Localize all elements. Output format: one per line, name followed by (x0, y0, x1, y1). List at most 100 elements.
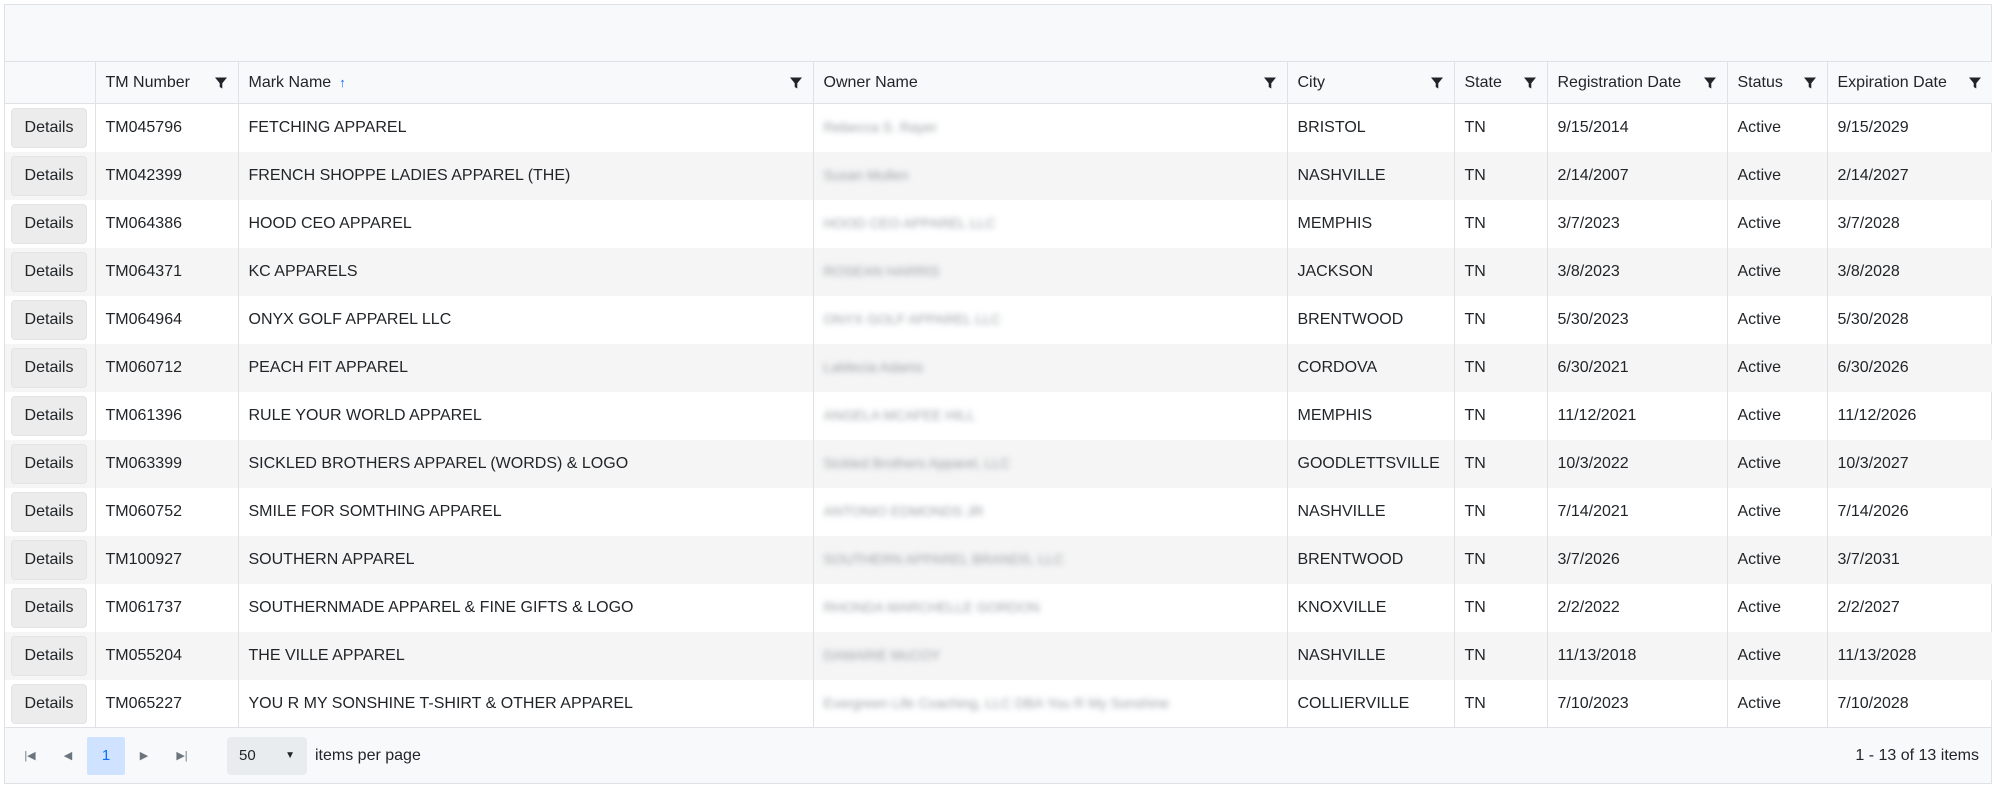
table-row: Details TM064386 HOOD CEO APPAREL HOOD CEO … (5, 200, 1992, 248)
expiration-date-text: 2/2/2027 (1837, 599, 1900, 616)
state-text: TN (1464, 551, 1486, 568)
column-header-label[interactable]: State (1465, 74, 1502, 92)
filter-icon[interactable] (1263, 76, 1277, 90)
tm-number-text: TM060752 (105, 503, 183, 520)
column-header-expiration-date[interactable]: Expiration Date (1827, 62, 1992, 104)
filter-icon[interactable] (214, 76, 228, 90)
mark-name-text: SOUTHERN APPAREL (248, 551, 415, 568)
column-header-mark-name[interactable]: Mark Name ↑ (238, 62, 814, 104)
first-page-icon[interactable]: |◀ (11, 737, 49, 775)
table-row: Details TM064371 KC APPARELS ROSEAN HARRIS J… (5, 248, 1992, 296)
expiration-date-cell: 6/30/2026 (1827, 344, 1992, 392)
state-cell: TN (1454, 488, 1548, 536)
details-button[interactable]: Details (11, 348, 87, 388)
details-button[interactable]: Details (11, 684, 87, 724)
filter-icon[interactable] (1968, 76, 1982, 90)
details-button[interactable]: Details (11, 204, 87, 244)
expiration-date-text: 5/30/2028 (1837, 311, 1909, 328)
column-header-owner-name[interactable]: Owner Name (813, 62, 1288, 104)
column-header-state[interactable]: State (1454, 62, 1548, 104)
command-cell: Details (5, 152, 96, 200)
previous-page-icon[interactable]: ◀ (49, 737, 87, 775)
command-cell: Details (5, 536, 96, 584)
column-header-city[interactable]: City (1287, 62, 1455, 104)
details-button[interactable]: Details (11, 300, 87, 340)
mark-name-cell: SICKLED BROTHERS APPAREL (WORDS) & LOGO (238, 440, 814, 488)
filter-icon[interactable] (1430, 76, 1444, 90)
details-button[interactable]: Details (11, 636, 87, 676)
details-button[interactable]: Details (11, 156, 87, 196)
city-cell: JACKSON (1287, 248, 1455, 296)
state-cell: TN (1454, 296, 1548, 344)
city-text: NASHVILLE (1297, 647, 1386, 664)
column-header-command (5, 62, 96, 104)
mark-name-cell: SOUTHERN APPAREL (238, 536, 814, 584)
expiration-date-cell: 11/12/2026 (1827, 392, 1992, 440)
table-row: Details TM061737 SOUTHERNMADE APPAREL & FI… (5, 584, 1992, 632)
owner-name-cell: SOUTHERN APPAREL BRANDS, LLC (813, 536, 1288, 584)
registration-date-text: 6/30/2021 (1557, 359, 1629, 376)
column-header-label[interactable]: Status (1738, 74, 1783, 92)
details-button[interactable]: Details (11, 540, 87, 580)
status-text: Active (1737, 167, 1782, 184)
table-row: Details TM045796 FETCHING APPAREL Rebecca S… (5, 103, 1992, 153)
state-cell: TN (1454, 200, 1548, 248)
column-header-label[interactable]: Owner Name (824, 74, 918, 92)
mark-name-cell: SMILE FOR SOMTHING APPAREL (238, 488, 814, 536)
command-cell: Details (5, 584, 96, 632)
column-header-label[interactable]: Mark Name (249, 74, 332, 92)
next-page-icon[interactable]: ▶ (125, 737, 163, 775)
page-size-select[interactable]: 50 ▼ (227, 736, 307, 775)
filter-icon[interactable] (1703, 76, 1717, 90)
command-cell: Details (5, 200, 96, 248)
command-cell: Details (5, 440, 96, 488)
state-cell: TN (1454, 103, 1548, 152)
page-size-label: items per page (315, 746, 421, 764)
tm-number-text: TM065227 (105, 695, 183, 712)
owner-name-text: Sickled Brothers Apparel, LLC (823, 455, 1011, 471)
expiration-date-cell: 5/30/2028 (1827, 296, 1992, 344)
column-header-registration-date[interactable]: Registration Date (1547, 62, 1728, 104)
state-text: TN (1464, 407, 1486, 424)
details-button[interactable]: Details (11, 588, 87, 628)
filter-icon[interactable] (1523, 76, 1537, 90)
state-text: TN (1464, 647, 1486, 664)
details-button[interactable]: Details (11, 492, 87, 532)
grid-toolbar (5, 5, 1991, 62)
column-header-label[interactable]: Expiration Date (1838, 74, 1947, 92)
command-cell: Details (5, 103, 96, 152)
mark-name-text: FRENCH SHOPPE LADIES APPAREL (THE) (248, 167, 571, 184)
table-row: Details TM065227 YOU R MY SONSHINE T-SHIRT… (5, 680, 1992, 728)
tm-number-text: TM064386 (105, 215, 183, 232)
registration-date-text: 11/13/2018 (1557, 647, 1637, 664)
details-button[interactable]: Details (11, 108, 87, 148)
filter-icon[interactable] (1803, 76, 1817, 90)
tm-number-cell: TM100927 (95, 536, 239, 584)
column-header-label[interactable]: City (1298, 74, 1326, 92)
page-number-current[interactable]: 1 (87, 736, 125, 775)
column-header-status[interactable]: Status (1727, 62, 1828, 104)
mark-name-text: FETCHING APPAREL (248, 119, 407, 136)
owner-name-cell: Evergreen Life Coaching, LLC DBA You R M… (813, 680, 1288, 728)
status-cell: Active (1727, 536, 1828, 584)
filter-icon[interactable] (789, 76, 803, 90)
expiration-date-cell: 9/15/2029 (1827, 104, 1992, 153)
owner-name-cell: ANGELA MCAFEE HILL (813, 392, 1288, 440)
last-page-icon[interactable]: ▶| (163, 737, 201, 775)
column-header-label[interactable]: TM Number (106, 74, 190, 92)
state-cell: TN (1454, 536, 1548, 584)
mark-name-text: SOUTHERNMADE APPAREL & FINE GIFTS & LOGO (248, 599, 634, 616)
state-text: TN (1464, 311, 1486, 328)
column-header-label[interactable]: Registration Date (1558, 74, 1682, 92)
details-button[interactable]: Details (11, 444, 87, 484)
registration-date-text: 9/15/2014 (1557, 119, 1629, 136)
column-header-tm-number[interactable]: TM Number (95, 62, 239, 104)
tm-number-cell: TM064964 (95, 296, 239, 344)
owner-name-text: Susan Mullen (823, 167, 909, 183)
status-text: Active (1737, 551, 1782, 568)
details-button[interactable]: Details (11, 396, 87, 436)
details-button[interactable]: Details (11, 252, 87, 292)
registration-date-text: 3/8/2023 (1557, 263, 1620, 280)
owner-name-text: SOUTHERN APPAREL BRANDS, LLC (823, 551, 1064, 567)
tm-number-cell: TM055204 (95, 632, 239, 680)
